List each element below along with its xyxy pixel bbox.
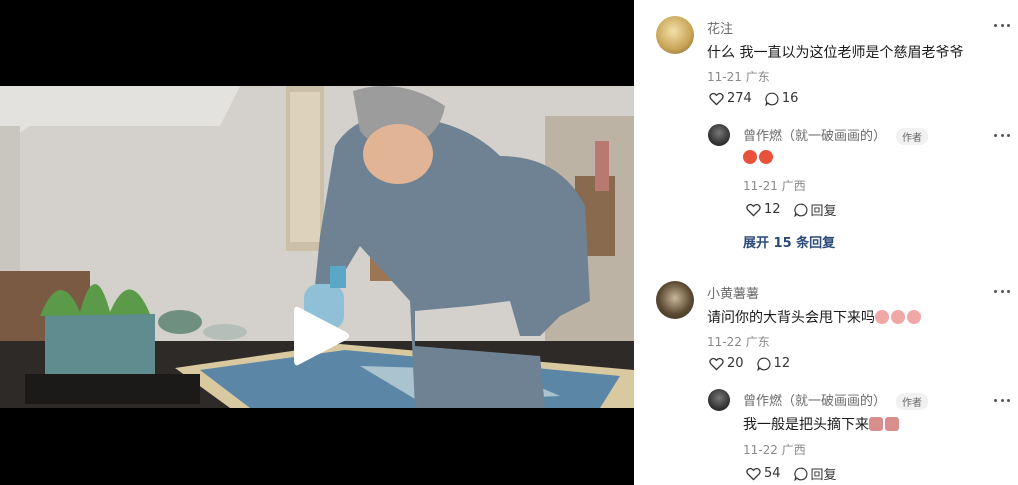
comment-actions: 20 12 xyxy=(709,356,803,371)
comment-username[interactable]: 曾作燃（就一破画画的） 作者 xyxy=(743,125,929,145)
more-options-icon[interactable] xyxy=(994,132,1010,138)
author-name[interactable]: 曾作燃（就一破画画的） xyxy=(743,129,886,144)
reply-button[interactable]: 回复 xyxy=(793,464,837,483)
comment-actions: 12 回复 xyxy=(746,200,850,219)
pig-emoji xyxy=(907,310,921,324)
comment-location: 广东 xyxy=(745,335,770,349)
avatar[interactable] xyxy=(656,281,694,319)
like-count: 54 xyxy=(764,466,781,481)
reply-label: 回复 xyxy=(810,468,837,483)
play-icon xyxy=(294,306,349,366)
comment-item: 小黄薯薯 请问你的大背头会甩下来吗 11-22 广东 20 12 xyxy=(634,275,1018,380)
comment-text: 我一般是把头摘下来 xyxy=(743,414,901,434)
like-button[interactable]: 274 xyxy=(709,91,752,106)
comment-username[interactable]: 曾作燃（就一破画画的） 作者 xyxy=(743,390,929,410)
comment-meta: 11-22 广西 xyxy=(743,441,806,458)
video-player[interactable] xyxy=(0,0,634,485)
reply-item: 曾作燃（就一破画画的） 作者 11-21 广西 12 回复 xyxy=(634,115,1018,225)
comment-bubble-icon xyxy=(793,467,808,481)
avatar[interactable] xyxy=(708,124,730,146)
play-button[interactable] xyxy=(290,304,352,368)
like-count: 20 xyxy=(727,356,744,371)
more-options-icon[interactable] xyxy=(994,22,1010,28)
comment-bubble-icon xyxy=(765,92,779,106)
comment-meta: 11-21 广东 xyxy=(707,68,770,85)
like-button[interactable]: 20 xyxy=(709,356,744,371)
comment-actions: 54 回复 xyxy=(746,464,850,483)
reply-label: 回复 xyxy=(810,204,837,219)
comment-username[interactable]: 小黄薯薯 xyxy=(707,283,759,302)
comment-date: 11-21 xyxy=(707,70,742,84)
like-count: 12 xyxy=(764,202,781,217)
comment-date: 11-22 xyxy=(707,335,742,349)
heart-icon xyxy=(709,357,724,371)
red-devil-emoji xyxy=(743,150,757,164)
heart-icon xyxy=(746,203,761,217)
comment-bubble-icon xyxy=(756,357,771,371)
reply-count: 12 xyxy=(773,356,791,371)
video-frame[interactable] xyxy=(0,86,634,408)
comment-username[interactable]: 花注 xyxy=(707,18,733,37)
reply-item: 曾作燃（就一破画画的） 作者 我一般是把头摘下来 11-22 广西 54 回复 xyxy=(634,380,1018,485)
more-options-icon[interactable] xyxy=(994,288,1010,294)
comment-location: 广西 xyxy=(781,443,806,457)
sticker-emoji xyxy=(869,417,883,431)
like-count: 274 xyxy=(727,91,752,106)
author-badge: 作者 xyxy=(896,128,929,145)
comment-item: 花注 什么 我一直以为这位老师是个慈眉老爷爷 11-21 广东 274 16 xyxy=(634,0,1018,115)
like-button[interactable]: 54 xyxy=(746,466,781,481)
reply-button[interactable]: 12 xyxy=(756,356,791,371)
more-options-icon[interactable] xyxy=(994,397,1010,403)
comment-text-content: 请问你的大背头会甩下来吗 xyxy=(707,310,875,326)
expand-replies-link[interactable]: 展开 15 条回复 xyxy=(743,232,835,251)
comment-bubble-icon xyxy=(793,203,808,217)
sticker-emoji xyxy=(885,417,899,431)
pig-emoji xyxy=(875,310,889,324)
comment-text xyxy=(743,150,775,166)
comment-text: 什么 我一直以为这位老师是个慈眉老爷爷 xyxy=(707,45,964,61)
author-name[interactable]: 曾作燃（就一破画画的） xyxy=(743,394,886,409)
author-badge: 作者 xyxy=(896,393,929,410)
comment-meta: 11-21 广西 xyxy=(743,177,806,194)
reply-button[interactable]: 回复 xyxy=(793,200,837,219)
reply-button[interactable]: 16 xyxy=(765,91,799,106)
comment-location: 广东 xyxy=(745,70,770,84)
heart-icon xyxy=(709,92,724,106)
comment-meta: 11-22 广东 xyxy=(707,333,770,350)
like-button[interactable]: 12 xyxy=(746,202,781,217)
reply-count: 16 xyxy=(781,91,799,106)
comment-actions: 274 16 xyxy=(709,91,811,106)
comment-list: 花注 什么 我一直以为这位老师是个慈眉老爷爷 11-21 广东 274 16 曾… xyxy=(634,0,1018,485)
avatar[interactable] xyxy=(708,389,730,411)
heart-icon xyxy=(746,467,761,481)
avatar[interactable] xyxy=(656,16,694,54)
comment-date: 11-22 xyxy=(743,443,778,457)
pig-emoji xyxy=(891,310,905,324)
comment-text-content: 我一般是把头摘下来 xyxy=(743,417,869,433)
comment-text: 请问你的大背头会甩下来吗 xyxy=(707,307,923,327)
comment-date: 11-21 xyxy=(743,179,778,193)
red-devil-emoji xyxy=(759,150,773,164)
comment-location: 广西 xyxy=(781,179,806,193)
